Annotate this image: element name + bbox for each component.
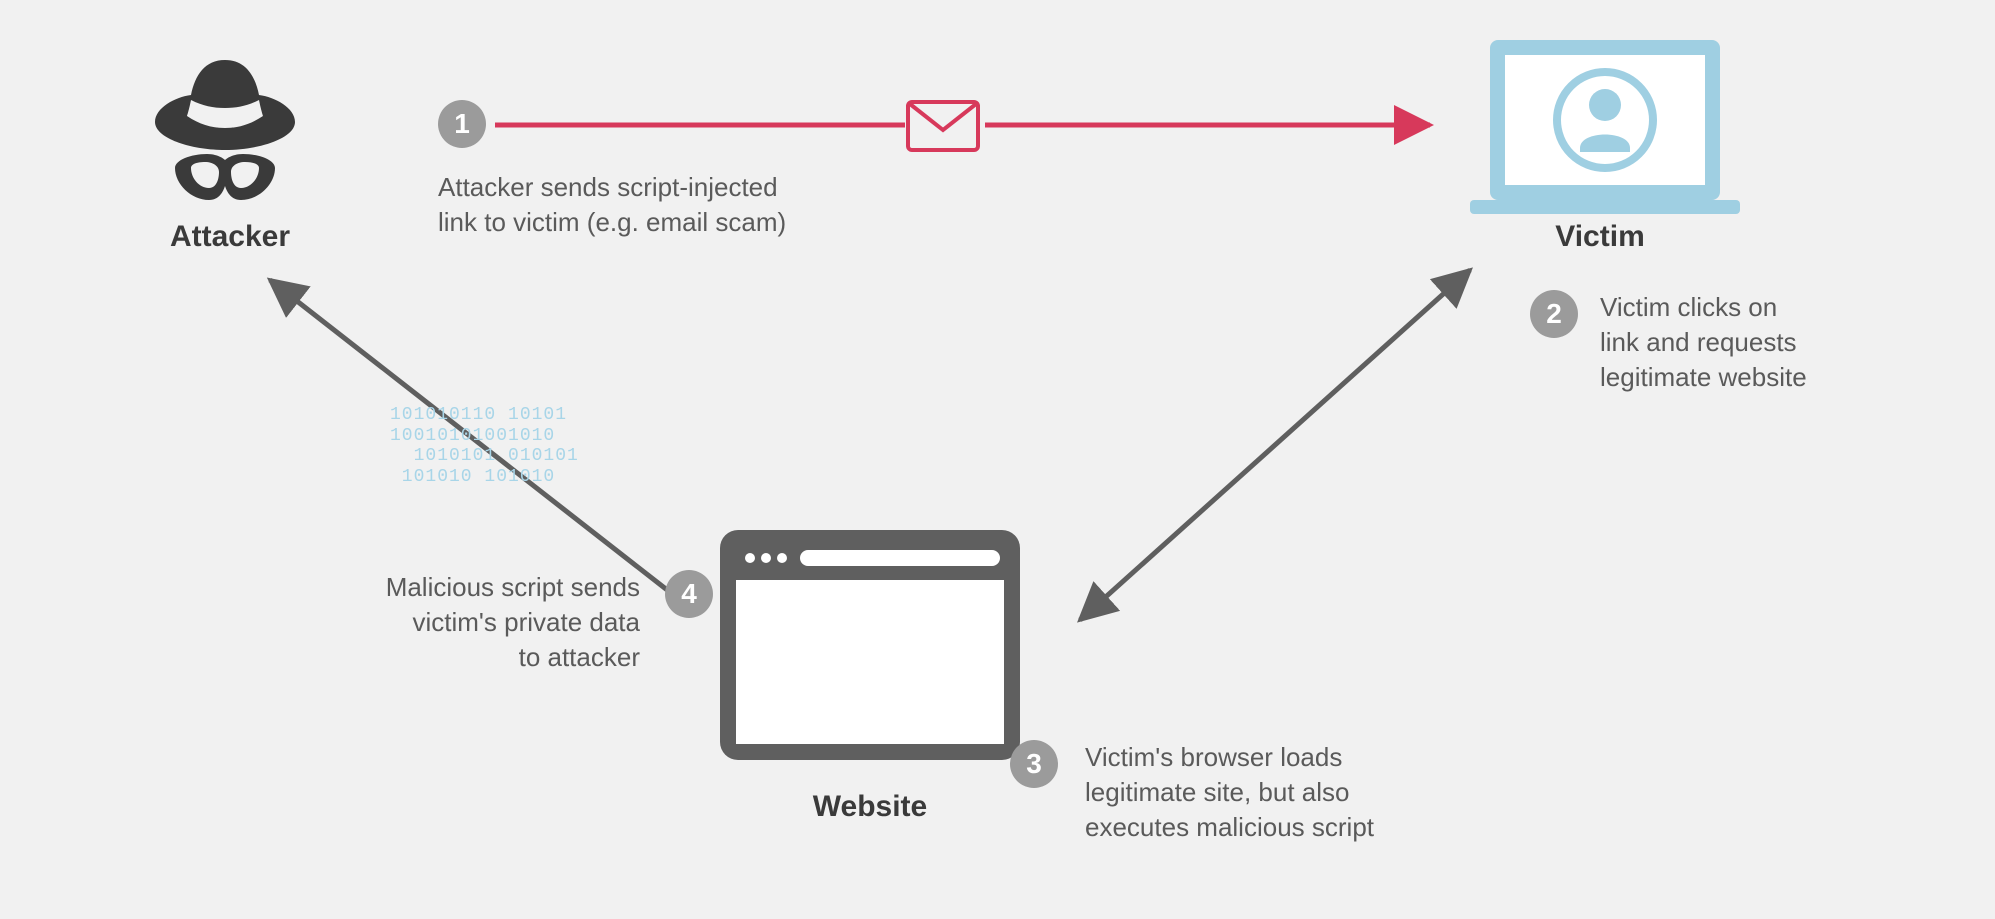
step4-text: Malicious script sendsvictim's private d… xyxy=(300,570,640,675)
website-label: Website xyxy=(770,790,970,824)
attacker-icon xyxy=(155,60,295,200)
binary-decor: 101010110 1010110010101001010 1010101 01… xyxy=(390,405,579,488)
step1-text: Attacker sends script-injectedlink to vi… xyxy=(438,170,898,240)
step1-badge: 1 xyxy=(438,100,486,148)
envelope-icon xyxy=(908,102,978,150)
diagram-canvas: Attacker Victim Website 1 Attacker sends… xyxy=(0,0,1995,919)
website-icon xyxy=(720,530,1020,760)
victim-label: Victim xyxy=(1490,220,1710,254)
arrow-step2 xyxy=(1080,270,1470,620)
step2-badge: 2 xyxy=(1530,290,1578,338)
step2-text: Victim clicks onlink and requestslegitim… xyxy=(1600,290,1860,395)
step3-badge: 3 xyxy=(1010,740,1058,788)
attacker-label: Attacker xyxy=(120,220,340,254)
step4-badge: 4 xyxy=(665,570,713,618)
svg-layer xyxy=(0,0,1995,919)
step3-text: Victim's browser loadslegitimate site, b… xyxy=(1085,740,1445,845)
victim-icon xyxy=(1470,40,1740,214)
